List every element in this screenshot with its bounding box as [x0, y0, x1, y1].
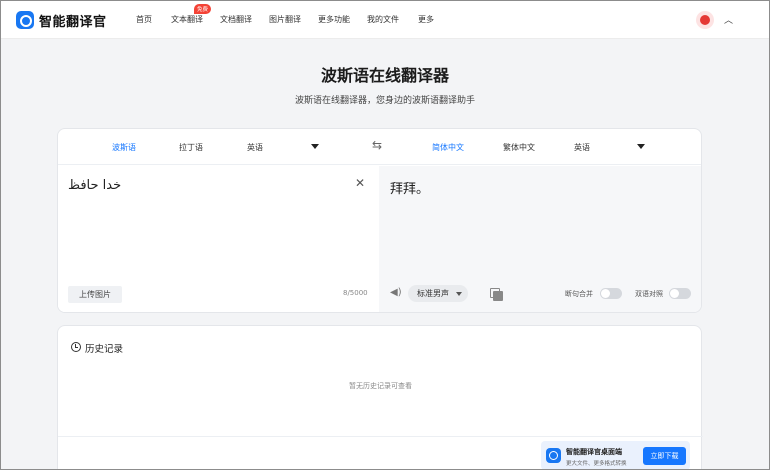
- history-empty-text: 暂无历史记录可查看: [349, 382, 412, 390]
- target-lang-traditional-chinese[interactable]: 繁体中文: [503, 142, 535, 153]
- free-badge: 免费: [194, 4, 212, 14]
- target-lang-simplified-chinese[interactable]: 简体中文: [432, 142, 464, 153]
- download-subtitle: 更大文件、更多格式转换: [566, 461, 627, 467]
- source-pane[interactable]: خدا حافظ ✕ 上传图片 8/5000: [58, 166, 379, 312]
- voice-label: 标准男声: [417, 289, 449, 298]
- page-title: 波斯语在线翻译器: [320, 66, 449, 85]
- copy-icon[interactable]: [490, 288, 503, 301]
- language-bar: 波斯语 拉丁语 英语 ⇆ 简体中文 繁体中文 英语: [58, 129, 701, 165]
- merge-sentences-label: 断句合并: [565, 290, 593, 298]
- char-count: 8/5000: [343, 289, 368, 297]
- nav-document-translate[interactable]: 文档翻译: [220, 14, 252, 25]
- nav-home[interactable]: 首页: [136, 14, 152, 25]
- nav-more-features[interactable]: 更多功能: [318, 14, 350, 25]
- source-lang-english[interactable]: 英语: [247, 142, 263, 153]
- nav-more[interactable]: 更多: [418, 14, 434, 25]
- translator-card: 波斯语 拉丁语 英语 ⇆ 简体中文 繁体中文 英语 خدا حافظ ✕ 上传图…: [57, 128, 702, 313]
- download-now-button[interactable]: 立即下载: [643, 447, 686, 465]
- source-lang-dropdown-icon[interactable]: [311, 144, 319, 149]
- top-header: 智能翻译官 首页 文本翻译 免费 文档翻译 图片翻译 更多功能 我的文件 更多 …: [1, 1, 769, 39]
- source-text-input[interactable]: خدا حافظ: [68, 178, 121, 193]
- clear-icon[interactable]: ✕: [355, 176, 365, 190]
- target-lang-english[interactable]: 英语: [574, 142, 590, 153]
- nav-text-translate[interactable]: 文本翻译: [171, 14, 203, 25]
- desktop-download-panel: 智能翻译官桌面端 更大文件、更多格式转换 立即下载: [541, 441, 690, 470]
- app-logo-icon[interactable]: [16, 11, 34, 29]
- bilingual-label: 双语对照: [635, 290, 663, 298]
- target-lang-dropdown-icon[interactable]: [637, 144, 645, 149]
- target-pane: 拜拜。 ◀) 标准男声 断句合并 双语对照: [379, 166, 701, 312]
- download-title: 智能翻译官桌面端: [566, 448, 622, 456]
- merge-sentences-toggle[interactable]: [600, 288, 622, 299]
- user-avatar[interactable]: [696, 11, 714, 29]
- chevron-down-icon: [456, 292, 462, 296]
- history-icon: [71, 342, 81, 352]
- nav-image-translate[interactable]: 图片翻译: [269, 14, 301, 25]
- divider: [58, 436, 703, 437]
- swap-languages-icon[interactable]: ⇆: [372, 138, 382, 152]
- nav-my-files[interactable]: 我的文件: [367, 14, 399, 25]
- chevron-up-icon[interactable]: ︿: [724, 13, 733, 26]
- upload-image-button[interactable]: 上传图片: [68, 286, 122, 303]
- bilingual-toggle[interactable]: [669, 288, 691, 299]
- voice-select[interactable]: 标准男声: [408, 285, 468, 302]
- app-logo-icon: [546, 448, 561, 463]
- source-lang-persian[interactable]: 波斯语: [112, 142, 136, 153]
- translation-output: 拜拜。: [390, 182, 430, 197]
- history-title: 历史记录: [85, 344, 124, 355]
- speaker-icon[interactable]: ◀): [390, 287, 402, 298]
- page-subtitle: 波斯语在线翻译器，您身边的波斯语翻译助手: [294, 96, 475, 106]
- source-lang-latin[interactable]: 拉丁语: [179, 142, 203, 153]
- brand-name[interactable]: 智能翻译官: [39, 11, 107, 30]
